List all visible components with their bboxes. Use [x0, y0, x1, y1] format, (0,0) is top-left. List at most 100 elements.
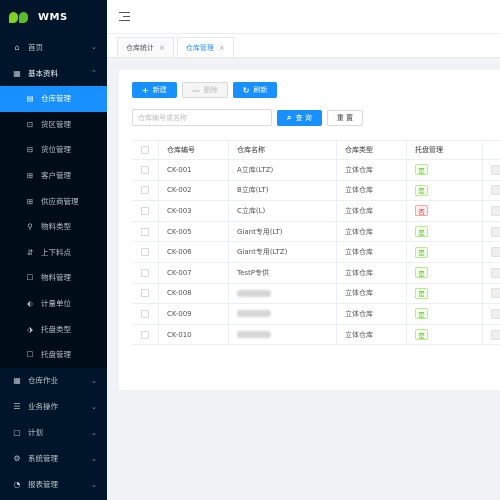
sidebar-subitem-document[interactable]: ▤ 仓库管理: [0, 86, 107, 112]
sidebar-item-label: 仓库作业: [28, 376, 58, 386]
sidebar-subitem-customer[interactable]: ⊞ 客户管理: [0, 162, 107, 189]
truncated-cell: [491, 267, 500, 278]
close-icon[interactable]: ×: [219, 44, 225, 52]
report-icon: ◔: [13, 480, 21, 490]
sidebar-subitem-area[interactable]: ⊡ 货区管理: [0, 111, 107, 138]
sidebar-item-plan[interactable]: ▢ 计划 ⌄: [0, 420, 107, 446]
table-row[interactable]: CK-006 Giant专用(LTZ) 立体仓库是: [132, 242, 500, 263]
delete-button[interactable]: — 删除: [181, 82, 228, 98]
sidebar-item-report[interactable]: ◔ 报表管理 ⌄: [0, 472, 107, 498]
warehouse-type: 立体仓库: [337, 221, 407, 242]
query-button[interactable]: ⌕ 查 询: [277, 109, 322, 126]
table-row[interactable]: CK-008 立体仓库是: [132, 283, 500, 305]
row-checkbox[interactable]: [141, 289, 149, 298]
material-type-icon: ⚲: [27, 222, 33, 232]
sidebar-subitem-material-type[interactable]: ⚲ 物料类型: [0, 213, 107, 240]
warehouse-code: CK-003: [159, 201, 229, 221]
sidebar-item-home[interactable]: ⌂ 首页 ⌄: [0, 34, 107, 60]
sidebar-item-business[interactable]: ☰ 业务操作 ⌄: [0, 394, 107, 420]
sidebar-item-label: 上下料点: [41, 247, 71, 257]
search-input[interactable]: [132, 109, 272, 126]
sidebar-item-label: 业务操作: [28, 402, 58, 412]
table-row[interactable]: CK-007 TestP专供 立体仓库是: [132, 262, 500, 284]
supplier-icon: ⊞: [26, 196, 34, 206]
sidebar-item-label: 物料管理: [41, 273, 71, 283]
pallet-status-badge: 是: [415, 287, 428, 299]
sidebar-item-warehouse-ops[interactable]: ▦ 仓库作业 ⌄: [0, 368, 107, 394]
column-header-name: 仓库名称: [229, 141, 337, 159]
app-logo[interactable]: WMS: [0, 0, 107, 34]
add-button-label: 新建: [152, 86, 167, 94]
row-checkbox[interactable]: [141, 330, 149, 339]
table-row[interactable]: CK-003 C立库(L) 立体仓库否: [132, 201, 500, 222]
query-button-label: 查 询: [295, 113, 312, 122]
sidebar-item-label: 系统管理: [28, 454, 58, 464]
sidebar-item-label: 计划: [28, 428, 43, 438]
tab-label: 仓库统计: [126, 43, 154, 52]
select-all-checkbox[interactable]: [141, 146, 149, 154]
row-checkbox[interactable]: [141, 206, 149, 215]
row-checkbox[interactable]: [141, 165, 149, 174]
page-tabs: 仓库统计 × 仓库管理 ×: [107, 34, 500, 58]
warehouse-code: CK-008: [159, 283, 229, 304]
sidebar-subitem-supplier[interactable]: ⊞ 供应商管理: [0, 188, 107, 214]
row-checkbox[interactable]: [141, 186, 149, 195]
table-body: CK-001 A立库(LTZ) 立体仓库是 CK-002 B立库(LT) 立体仓库是 CK-…: [132, 160, 500, 346]
tab-warehouse-management[interactable]: 仓库管理 ×: [176, 37, 234, 57]
table-row[interactable]: CK-005 Giant专用(LT) 立体仓库是: [132, 221, 500, 243]
truncated-cell: [491, 164, 500, 175]
sidebar-item-label: 托盘类型: [41, 324, 71, 334]
close-icon[interactable]: ×: [159, 44, 165, 52]
warehouse-code: CK-010: [159, 324, 229, 345]
sidebar-subitem-unit[interactable]: ⬖ 计量单位: [0, 290, 107, 317]
warehouse-type: 立体仓库: [337, 262, 407, 283]
sidebar-subitem-location[interactable]: ⊟ 货位管理: [0, 137, 107, 163]
sidebar-item-label: 托盘管理: [41, 350, 71, 360]
chevron-down-icon: ⌄: [91, 454, 97, 463]
warehouse-name: A立库(LTZ): [237, 165, 274, 174]
sidebar-item-grid[interactable]: ▦ 基本资料 ⌃: [0, 60, 107, 86]
table-row[interactable]: CK-010 立体仓库是: [132, 324, 500, 346]
truncated-cell: [491, 288, 500, 299]
sidebar-subitem-load-point[interactable]: ⇵ 上下料点: [0, 239, 107, 266]
pallet-status-badge: 是: [415, 184, 428, 196]
sidebar-item-settings[interactable]: ⚙ 系统管理 ⌄: [0, 446, 107, 472]
column-header-pallet: 托盘管理: [407, 141, 483, 159]
grid-icon: ▦: [13, 68, 21, 78]
table-row[interactable]: CK-002 B立库(LT) 立体仓库是: [132, 180, 500, 202]
sidebar-subitem-pallet[interactable]: ☐ 托盘管理: [0, 341, 107, 368]
table-row[interactable]: CK-009 立体仓库是: [132, 304, 500, 325]
refresh-button[interactable]: ↻ 刷新: [232, 82, 278, 98]
row-checkbox[interactable]: [141, 248, 149, 257]
table-row[interactable]: CK-001 A立库(LTZ) 立体仓库是: [132, 160, 500, 181]
truncated-cell: [491, 185, 500, 196]
menu-fold-icon[interactable]: [119, 12, 130, 21]
tab-warehouse-stats[interactable]: 仓库统计 ×: [117, 37, 174, 57]
material-icon: ☐: [26, 273, 34, 283]
app-title: WMS: [38, 11, 68, 23]
chevron-up-icon: ⌃: [91, 69, 97, 77]
sidebar-item-label: 物料类型: [41, 222, 71, 232]
home-icon: ⌂: [14, 42, 20, 52]
column-header-type: 仓库类型: [337, 141, 407, 159]
sidebar-subitem-material[interactable]: ☐ 物料管理: [0, 265, 107, 291]
warehouse-name: C立库(L): [237, 206, 266, 215]
add-button[interactable]: + 新建: [132, 82, 177, 98]
chevron-down-icon: ⌄: [91, 376, 97, 385]
reset-button[interactable]: 重 置: [326, 109, 363, 126]
search-bar: ⌕ 查 询 重 置: [132, 109, 368, 126]
plan-icon: ▢: [13, 428, 21, 438]
truncated-cell: [491, 247, 500, 258]
delete-button-label: 删除: [203, 86, 218, 94]
sidebar-subitem-pallet-type[interactable]: ⬗ 托盘类型: [0, 316, 107, 342]
warehouse-code: CK-007: [159, 262, 229, 283]
row-checkbox[interactable]: [141, 268, 149, 277]
chevron-down-icon: ⌄: [91, 480, 97, 489]
row-checkbox[interactable]: [141, 309, 149, 318]
logo-icon: [9, 11, 29, 23]
load-point-icon: ⇵: [26, 247, 34, 257]
column-header-more: [483, 141, 500, 159]
row-checkbox[interactable]: [141, 227, 149, 236]
warehouse-name: Giant专用(LT): [237, 227, 283, 236]
minus-icon: —: [191, 85, 200, 95]
